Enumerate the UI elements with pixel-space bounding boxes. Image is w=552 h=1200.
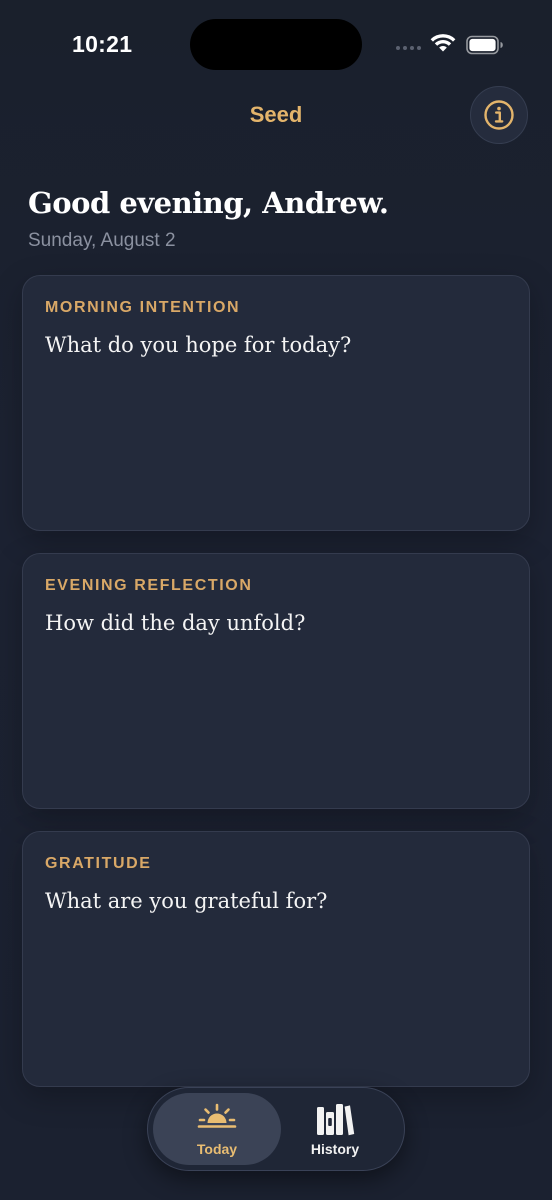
card-prompt: What are you grateful for? [45,889,328,913]
tab-history[interactable]: History [271,1093,399,1165]
cellular-signal-icon [396,46,421,50]
tab-label: Today [196,1141,238,1157]
dynamic-island [190,19,362,70]
battery-icon [466,35,503,55]
status-time: 10:21 [72,31,133,57]
sunrise-icon [197,1103,237,1128]
card-label: EVENING REFLECTION [45,577,253,594]
card-prompt: How did the day unfold? [45,611,306,635]
current-date: Sunday, August 2 [28,230,176,251]
morning-intention-card[interactable]: MORNING INTENTION What do you hope for t… [22,275,530,531]
info-circle-icon [484,100,514,130]
gratitude-card[interactable]: GRATITUDE What are you grateful for? [22,831,530,1087]
card-label: GRATITUDE [45,855,152,872]
card-prompt: What do you hope for today? [45,333,352,357]
today-screen: 10:21 Seed Good evening, Andrew. Sunday,… [0,0,552,1200]
tab-bar: Today History [147,1087,405,1171]
books-icon [317,1104,355,1136]
info-button[interactable] [470,86,528,144]
wifi-icon [430,34,456,52]
card-label: MORNING INTENTION [45,299,241,316]
greeting-heading: Good evening, Andrew. [28,186,389,220]
tab-today[interactable]: Today [153,1093,281,1165]
tab-label: History [310,1141,360,1157]
evening-reflection-card[interactable]: EVENING REFLECTION How did the day unfol… [22,553,530,809]
